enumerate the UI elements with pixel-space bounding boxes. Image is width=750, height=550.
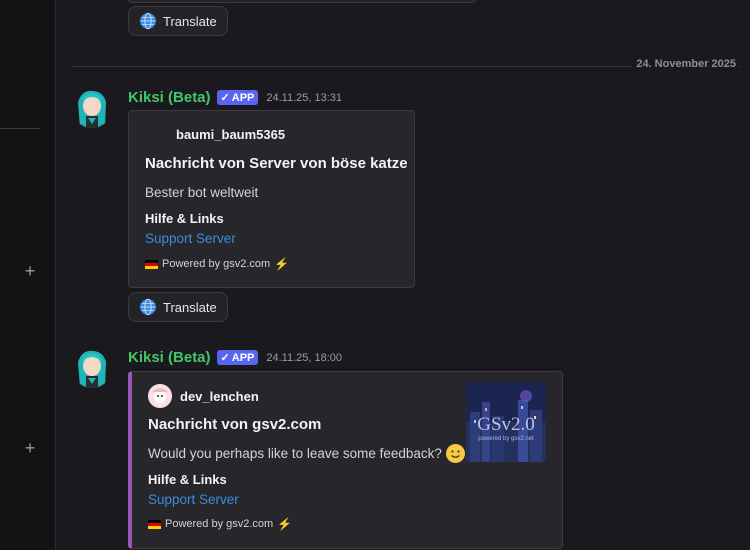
- app-badge-label: APP: [231, 91, 255, 104]
- embed-description: Bester bot weltweit: [145, 185, 258, 200]
- channel-sidebar: + +: [0, 0, 56, 550]
- username[interactable]: Kiksi (Beta): [128, 349, 211, 366]
- timestamp[interactable]: 24.11.25, 13:31: [266, 92, 342, 104]
- embed-description-text: Would you perhaps like to leave some fee…: [148, 446, 442, 461]
- embed-title[interactable]: Nachricht von Server von böse katze: [145, 155, 408, 172]
- author-avatar-icon: [148, 384, 172, 408]
- globe-icon: [139, 298, 157, 316]
- translate-button[interactable]: Translate: [128, 292, 228, 322]
- embed-footer-text: Powered by gsv2.com: [165, 518, 274, 530]
- username[interactable]: Kiksi (Beta): [128, 89, 211, 106]
- avatar[interactable]: [72, 348, 112, 388]
- embed-thumbnail[interactable]: GSv2.0 powered by gsv2.net: [466, 382, 546, 462]
- previous-embed-edge: [128, 0, 476, 3]
- add-icon[interactable]: +: [23, 439, 37, 457]
- german-flag-icon: [145, 259, 158, 269]
- lightning-icon: ⚡: [277, 517, 293, 531]
- embed-author[interactable]: baumi_baum5365: [176, 127, 285, 142]
- embed-description-text: Bester bot weltweit: [145, 185, 259, 200]
- embed-footer-text: Powered by gsv2.com: [162, 258, 271, 270]
- checkmark-icon: ✓: [220, 92, 230, 104]
- bot-avatar-icon: [72, 348, 112, 388]
- bot-avatar-icon: [72, 88, 112, 128]
- timestamp[interactable]: 24.11.25, 18:00: [266, 352, 342, 364]
- embed-footer: Powered by gsv2.com ⚡: [145, 257, 289, 271]
- embed-field-name: Hilfe & Links: [148, 472, 227, 487]
- globe-icon: [139, 12, 157, 30]
- message-list: Translate 24. November 2025 Kiksi (Beta)…: [56, 0, 750, 550]
- app-badge-label: APP: [231, 351, 255, 364]
- embed-author[interactable]: dev_lenchen: [148, 384, 259, 408]
- support-server-link[interactable]: Support Server: [148, 492, 239, 507]
- translate-label: Translate: [163, 13, 217, 29]
- lightning-icon: ⚡: [274, 257, 290, 271]
- app-badge: ✓ APP: [216, 90, 259, 105]
- embed-footer: Powered by gsv2.com ⚡: [148, 517, 292, 531]
- translate-button[interactable]: Translate: [128, 6, 228, 36]
- embed: dev_lenchen Nachricht von gsv2.com Would…: [128, 371, 563, 549]
- checkmark-icon: ✓: [220, 352, 230, 364]
- message-header: Kiksi (Beta) ✓ APP 24.11.25, 18:00: [128, 349, 342, 366]
- embed-title[interactable]: Nachricht von gsv2.com: [148, 416, 321, 433]
- add-icon[interactable]: +: [23, 262, 37, 280]
- embed-field-name: Hilfe & Links: [145, 211, 224, 226]
- date-separator-label: 24. November 2025: [632, 58, 740, 70]
- support-server-link[interactable]: Support Server: [145, 231, 236, 246]
- translate-label: Translate: [163, 299, 217, 315]
- avatar[interactable]: [72, 88, 112, 128]
- svg-text:GSv2.0: GSv2.0: [477, 414, 535, 435]
- sidebar-divider: [0, 128, 40, 129]
- message-header: Kiksi (Beta) ✓ APP 24.11.25, 13:31: [128, 89, 342, 106]
- slightly-smiling-face-icon: [445, 444, 465, 463]
- embed-description: Would you perhaps like to leave some fee…: [148, 444, 465, 463]
- german-flag-icon: [148, 519, 161, 529]
- app-badge: ✓ APP: [216, 350, 259, 365]
- embed-author-name: dev_lenchen: [180, 388, 259, 404]
- embed: baumi_baum5365 Nachricht von Server von …: [128, 110, 415, 288]
- svg-text:powered by gsv2.net: powered by gsv2.net: [478, 436, 534, 442]
